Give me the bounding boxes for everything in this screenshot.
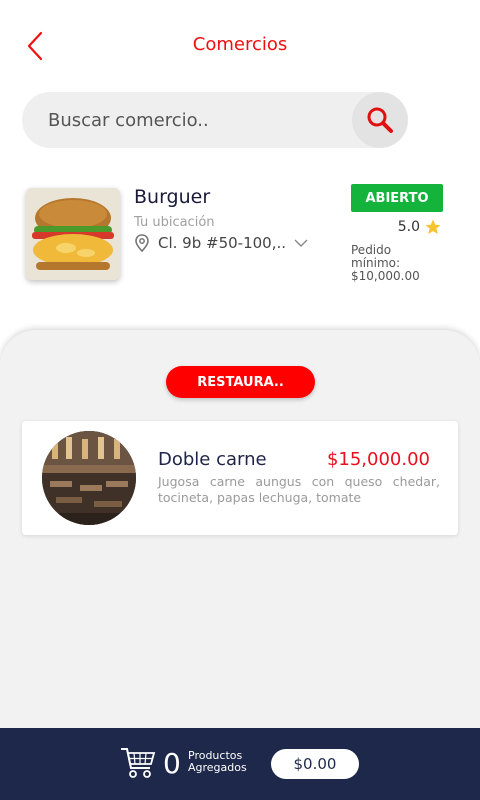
chevron-down-icon xyxy=(294,239,308,247)
address-selector[interactable]: Cl. 9b #50-100,.. xyxy=(134,234,308,252)
store-name: Burguer xyxy=(134,186,211,208)
min-order: Pedido mínimo: $10,000.00 xyxy=(351,244,441,283)
product-name: Doble carne xyxy=(158,449,267,470)
commerce-screen: Comercios Burguer Tu ubicación xyxy=(0,0,480,800)
burger-image xyxy=(26,188,120,280)
location-pin-icon xyxy=(135,234,149,252)
product-description: Jugosa carne aungus con queso chedar, to… xyxy=(158,474,440,505)
rating-value: 5.0 xyxy=(397,219,420,235)
restaurant-interior-image xyxy=(42,431,136,525)
min-order-value: $10,000.00 xyxy=(351,269,420,283)
cart-total-button[interactable]: $0.00 xyxy=(271,749,359,779)
search-icon xyxy=(367,107,393,133)
product-image xyxy=(42,431,136,525)
cart-label: Productos Agregados xyxy=(188,750,247,774)
min-order-label: Pedido mínimo: xyxy=(351,243,401,270)
star-icon xyxy=(425,219,441,235)
cart-count: 0 xyxy=(163,747,181,780)
product-price: $15,000.00 xyxy=(326,449,430,470)
product-card[interactable]: Doble carne $15,000.00 Jugosa carne aung… xyxy=(22,421,458,535)
store-image xyxy=(26,188,120,280)
status-badge: ABIERTO xyxy=(351,184,443,212)
address-text: Cl. 9b #50-100,.. xyxy=(158,234,287,252)
store-rating: 5.0 xyxy=(398,218,442,236)
search-button[interactable] xyxy=(352,92,408,148)
search-input[interactable] xyxy=(48,92,348,148)
category-tab[interactable]: RESTAURA.. xyxy=(166,366,315,398)
shopping-cart-icon[interactable] xyxy=(120,746,156,780)
page-title: Comercios xyxy=(192,34,288,55)
search-bar xyxy=(22,92,408,148)
cart-label-line2: Agregados xyxy=(188,761,247,774)
location-label: Tu ubicación xyxy=(134,215,215,230)
